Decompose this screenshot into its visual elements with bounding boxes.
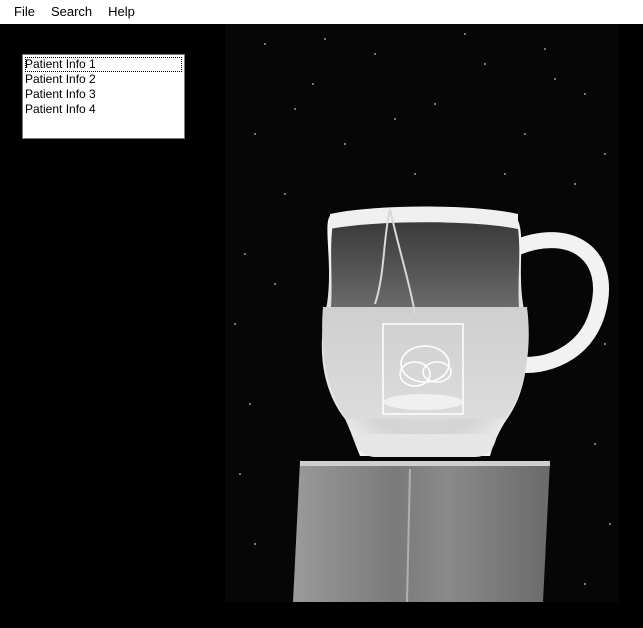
- patient-list-item-3[interactable]: Patient Info 3: [25, 87, 182, 102]
- menu-bar: File Search Help: [0, 0, 643, 24]
- patient-list-item-2[interactable]: Patient Info 2: [25, 72, 182, 87]
- xray-image: [225, 24, 619, 602]
- xray-image-viewer[interactable]: [225, 24, 619, 602]
- patient-list-item-4[interactable]: Patient Info 4: [25, 102, 182, 117]
- pedestal-block: [293, 461, 550, 602]
- patient-list-item-1[interactable]: Patient Info 1: [25, 57, 182, 72]
- menu-search[interactable]: Search: [43, 1, 100, 23]
- bottom-margin: [225, 602, 619, 628]
- patient-listbox[interactable]: Patient Info 1 Patient Info 2 Patient In…: [22, 54, 185, 139]
- right-margin: [619, 24, 643, 628]
- menu-help[interactable]: Help: [100, 1, 143, 23]
- menu-file[interactable]: File: [6, 1, 43, 23]
